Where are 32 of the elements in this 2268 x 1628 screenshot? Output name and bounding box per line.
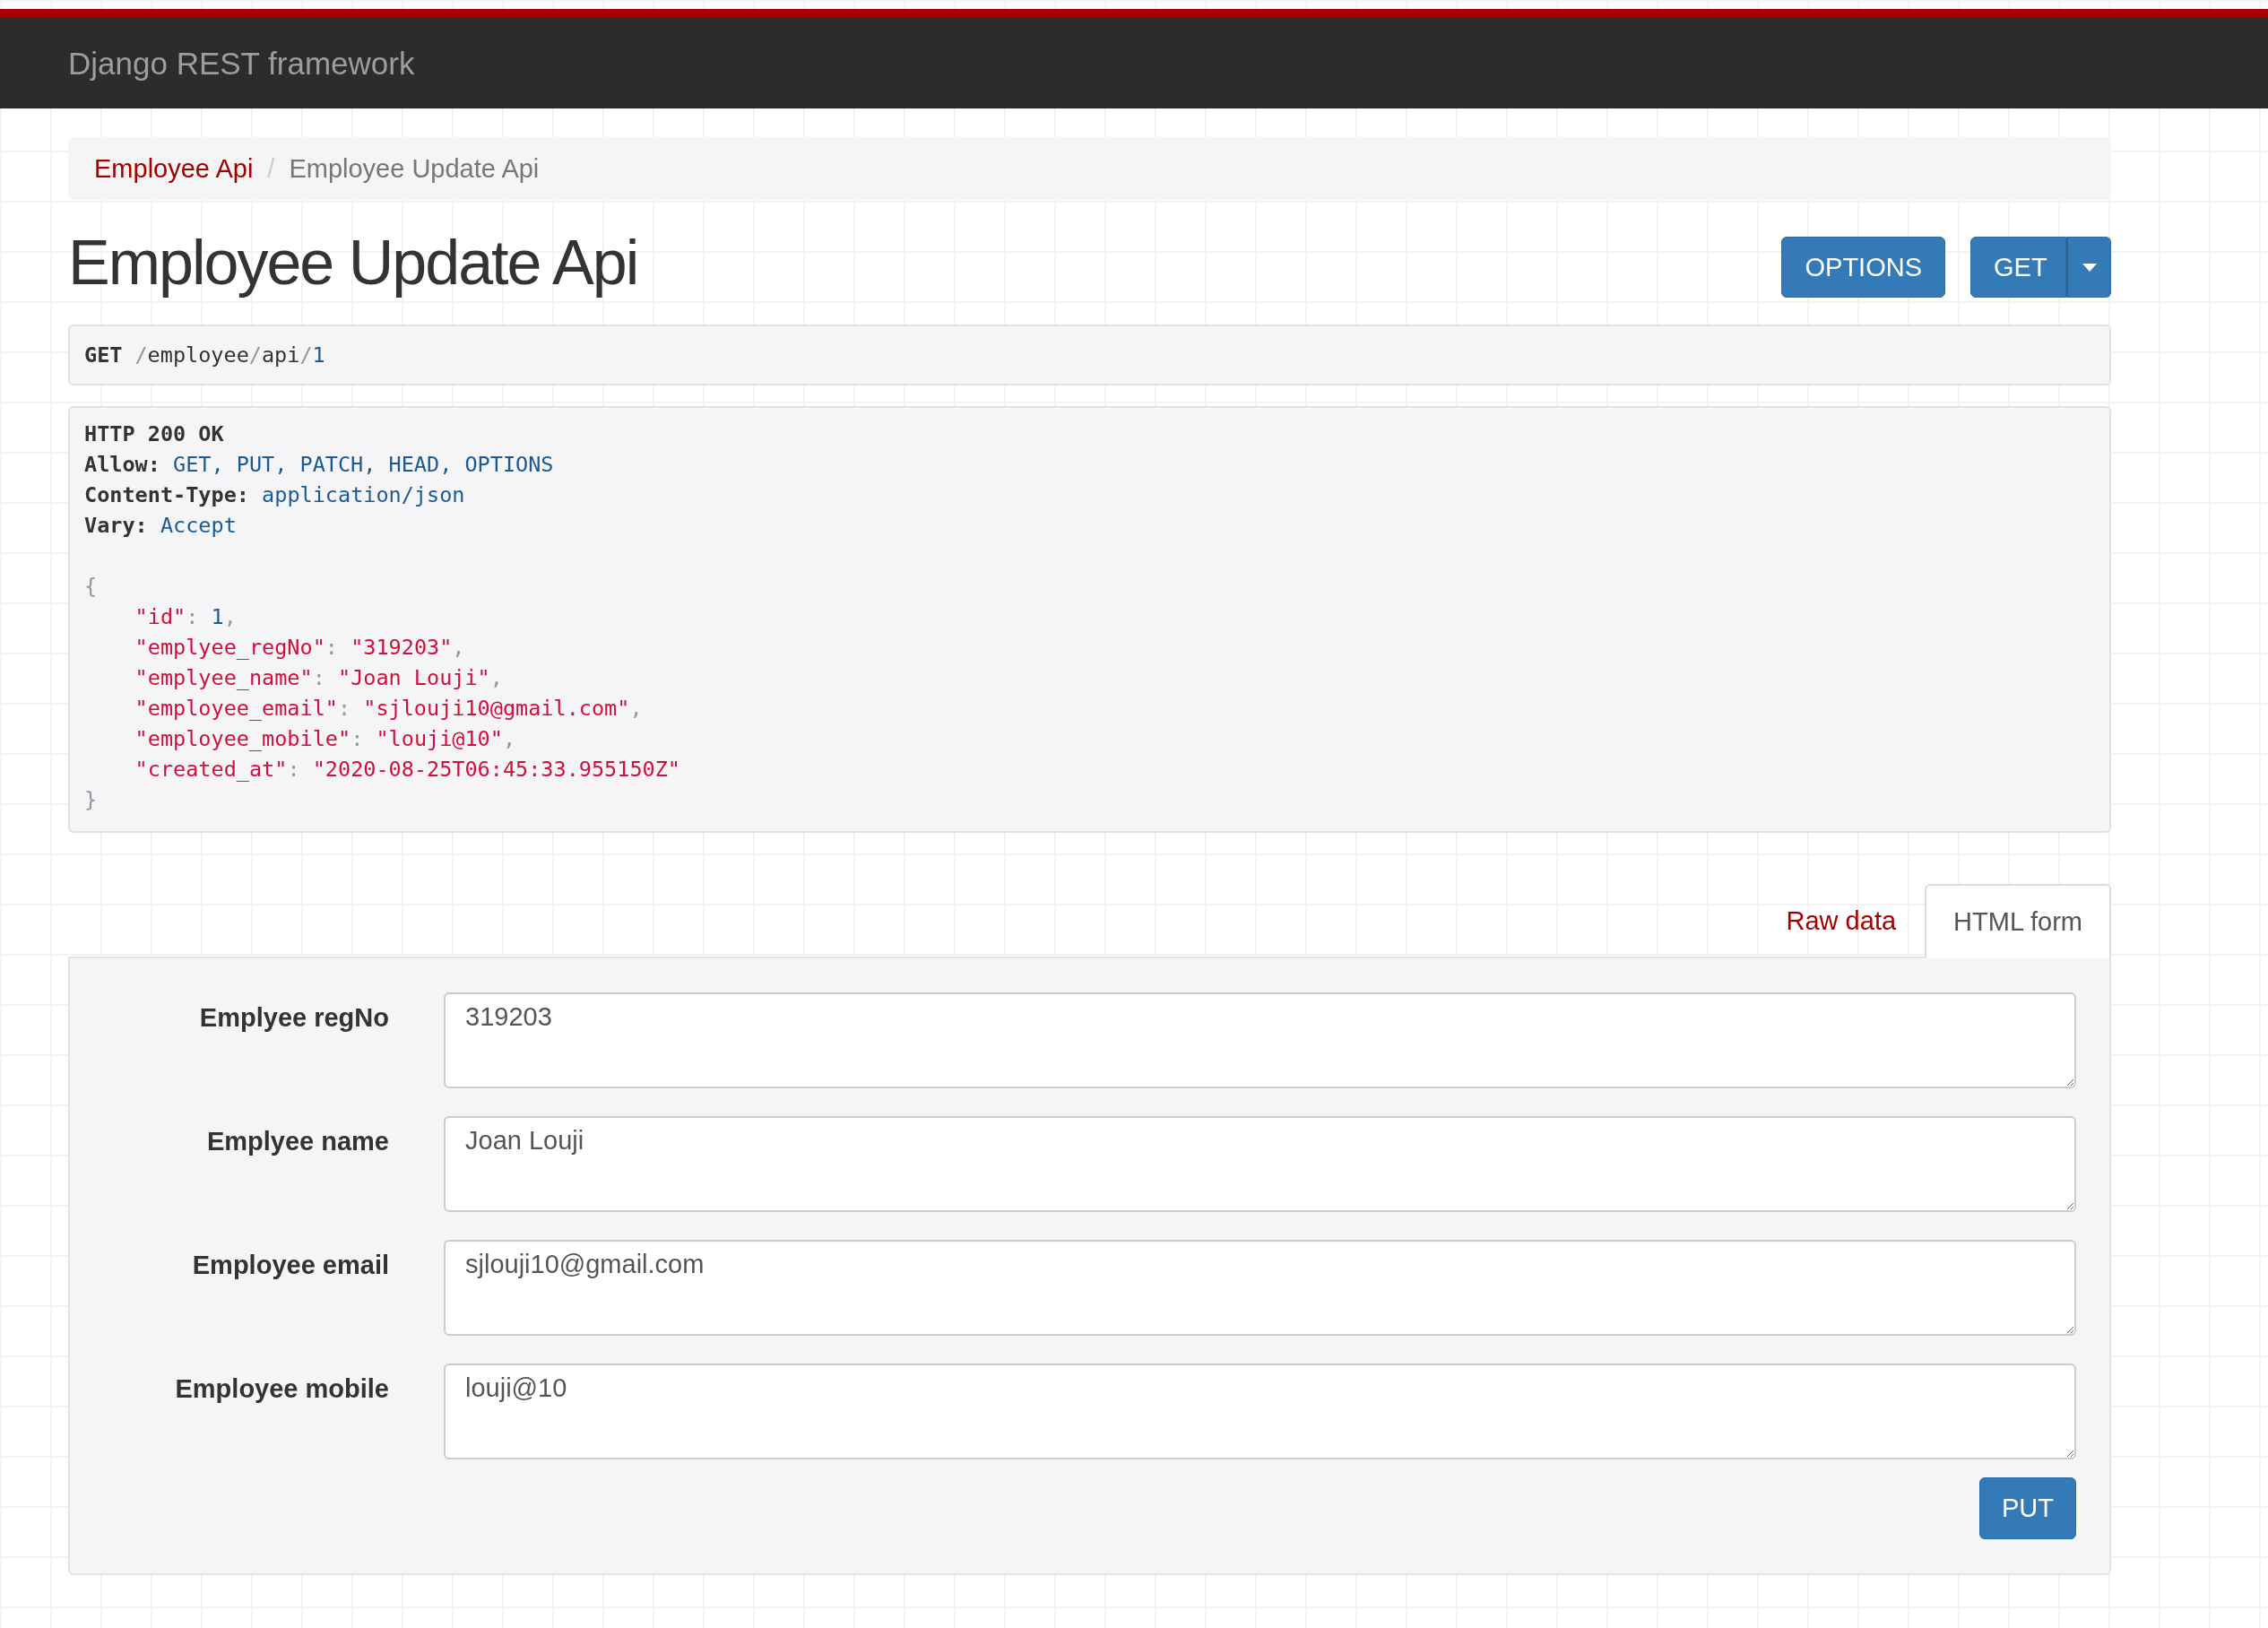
caret-icon: [2082, 263, 2097, 272]
put-button[interactable]: PUT: [1979, 1477, 2076, 1539]
field-label: Employee email: [191, 1250, 389, 1281]
breadcrumb-current: Employee Update Api: [289, 153, 540, 184]
tab[interactable]: HTML form: [1925, 884, 2111, 958]
json-line: "created_at": "2020-08-25T06:45:33.955150Z": [134, 756, 681, 784]
json-brace: {: [84, 573, 99, 601]
options-button[interactable]: OPTIONS: [1781, 237, 1945, 298]
brand-title[interactable]: Django REST framework: [68, 45, 415, 82]
breadcrumb-link[interactable]: Employee Api: [94, 153, 254, 184]
input-field[interactable]: sjlouji10@gmail.com: [444, 1240, 2076, 1336]
dropdown-toggle[interactable]: [2066, 237, 2111, 298]
field-label: Emplyee name: [205, 1126, 389, 1157]
status-line: HTTP 200 OK: [84, 420, 225, 448]
json-line: "employee_mobile": "louji@10",: [134, 725, 517, 753]
header-line: Vary: Accept: [84, 512, 238, 540]
json-line: "id": 1,: [134, 603, 238, 631]
input-field[interactable]: Joan Louji: [444, 1116, 2076, 1212]
field-label: Employee mobile: [174, 1373, 389, 1405]
json-line: "employee_email": "sjlouji10@gmail.com",: [134, 695, 644, 723]
json-line: "emplyee_name": "Joan Louji",: [134, 664, 504, 692]
input-field[interactable]: louji@10: [444, 1364, 2076, 1459]
header-line: Allow: GET, PUT, PATCH, HEAD, OPTIONS: [84, 451, 555, 479]
page-title: Employee Update Api: [68, 226, 638, 299]
get-button[interactable]: GET: [1970, 237, 2066, 298]
header-line: Content-Type: application/json: [84, 481, 466, 509]
json-brace: }: [84, 786, 99, 814]
input-field[interactable]: 319203: [444, 992, 2076, 1088]
breadcrumb-separator: /: [267, 153, 275, 184]
tab[interactable]: Raw data: [1757, 884, 1926, 957]
field-label: Emplyee regNo: [198, 1002, 389, 1034]
json-line: "emplyee_regNo": "319203",: [134, 634, 466, 662]
